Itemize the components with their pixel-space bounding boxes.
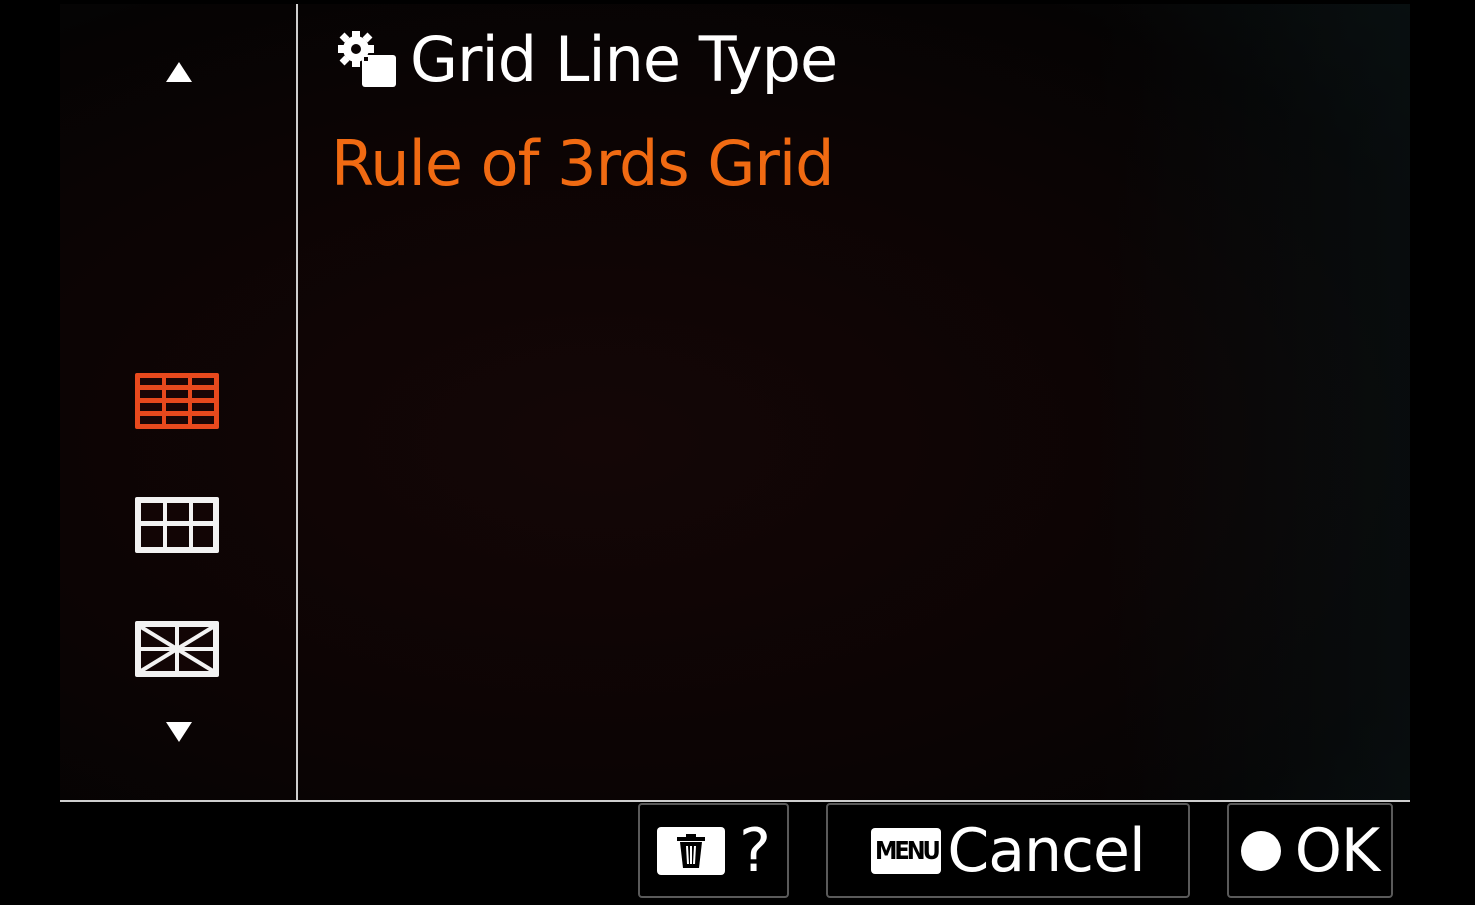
ok-label: OK <box>1294 815 1381 886</box>
trash-key-icon <box>657 826 726 875</box>
grid-option-rule-of-thirds-icon[interactable] <box>133 371 221 431</box>
selected-option-label: Rule of 3rds Grid <box>331 127 834 200</box>
menu-title: Grid Line Type <box>336 23 838 96</box>
help-label: ? <box>739 815 771 886</box>
camera-menu-screen: Grid Line Type Rule of 3rds Grid ? MENU … <box>0 0 1475 905</box>
cancel-label: Cancel <box>947 815 1145 886</box>
center-button-dot-icon <box>1240 830 1281 871</box>
scroll-up-arrow-icon[interactable] <box>166 62 192 82</box>
grid-option-square-icon[interactable] <box>133 495 221 555</box>
help-button[interactable]: ? <box>638 803 789 898</box>
vertical-divider <box>296 4 298 801</box>
horizontal-divider <box>60 800 1410 802</box>
ok-button[interactable]: OK <box>1227 803 1393 898</box>
grid-option-diagonal-icon[interactable] <box>133 619 221 679</box>
menu-key-icon: MENU <box>871 827 942 874</box>
trash-icon <box>677 833 706 868</box>
scroll-down-arrow-icon[interactable] <box>166 722 192 742</box>
menu-title-text: Grid Line Type <box>410 23 838 96</box>
camera-gear-icon <box>338 31 396 87</box>
cancel-button[interactable]: MENU Cancel <box>826 803 1190 898</box>
